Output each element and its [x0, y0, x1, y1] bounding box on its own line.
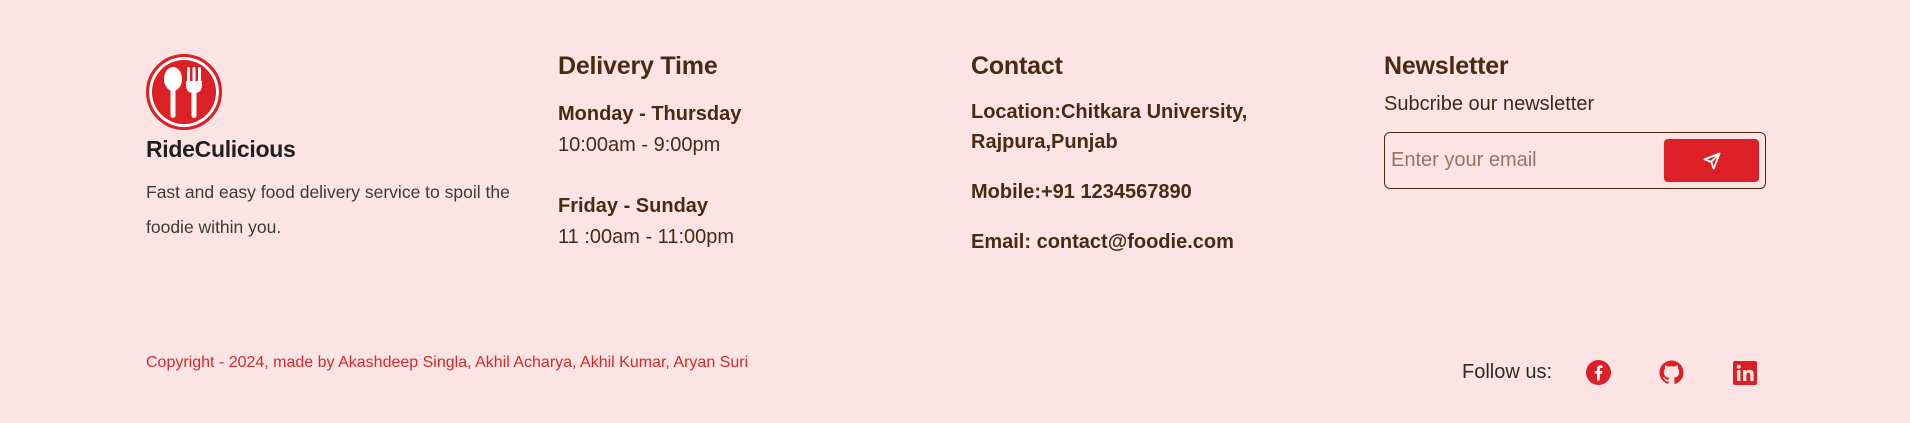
facebook-icon — [1586, 360, 1612, 385]
brand-name: RideCulicious — [146, 136, 296, 162]
contact-mobile: Mobile:+91 1234567890 — [971, 181, 1192, 203]
brand-column: RideCulicious Fast and easy food deliver… — [146, 52, 536, 245]
brand-description: Fast and easy food delivery service to s… — [146, 182, 510, 237]
newsletter-subtitle: Subcribe our newsletter — [1384, 93, 1595, 115]
social-links — [1586, 360, 1757, 385]
delivery-days: Monday - Thursday — [558, 103, 742, 125]
send-icon — [1703, 152, 1720, 169]
delivery-hours: 10:00am - 9:00pm — [558, 134, 721, 156]
send-button[interactable] — [1664, 139, 1759, 182]
contact-title: Contact — [971, 52, 1063, 80]
email-input[interactable] — [1391, 140, 1664, 181]
delivery-hours: 11 :00am - 11:00pm — [558, 226, 735, 248]
newsletter-title: Newsletter — [1384, 52, 1509, 80]
newsletter-form — [1384, 132, 1766, 189]
github-link[interactable] — [1659, 360, 1684, 385]
follow-label: Follow us: — [1462, 361, 1553, 383]
newsletter-column: Newsletter Subcribe our newsletter — [1384, 52, 1784, 189]
facebook-link[interactable] — [1586, 360, 1612, 385]
brand-logo[interactable] — [146, 54, 222, 130]
contact-location: Location:Chitkara University, Rajpura,Pu… — [971, 101, 1248, 153]
site-footer: RideCulicious Fast and easy food deliver… — [0, 0, 1910, 423]
delivery-days: Friday - Sunday — [558, 195, 709, 217]
follow-us: Follow us: — [1462, 360, 1757, 385]
linkedin-icon — [1732, 360, 1757, 385]
delivery-title: Delivery Time — [558, 52, 718, 80]
delivery-column: Delivery Time Monday - Thursday 10:00am … — [558, 52, 948, 249]
copyright-text: Copyright - 2024, made by Akashdeep Sing… — [146, 354, 749, 371]
fork-spoon-icon — [164, 67, 202, 118]
github-icon — [1659, 360, 1684, 384]
contact-column: Contact Location:Chitkara University, Ra… — [971, 52, 1361, 257]
linkedin-link[interactable] — [1732, 360, 1757, 385]
contact-email[interactable]: Email: contact@foodie.com — [971, 227, 1361, 257]
